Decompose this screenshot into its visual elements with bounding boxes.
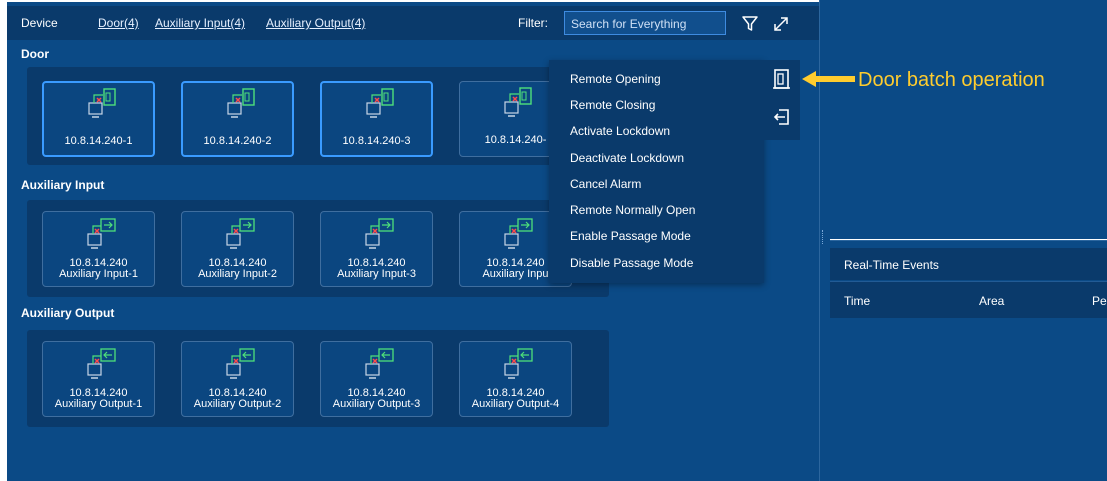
door-device-icon	[227, 88, 255, 118]
menu-item-activate-lockdown[interactable]: Activate Lockdown	[570, 124, 670, 138]
tile-sublabel: Auxiliary Output-4	[471, 398, 560, 410]
app-window: Device Door(4) Auxiliary Input(4) Auxili…	[0, 0, 1107, 481]
tile-sublabel: Auxiliary Input-2	[198, 268, 277, 280]
annotation-arrow-icon	[802, 71, 855, 87]
auxiliary-output-icon	[365, 348, 394, 379]
auxiliary-output-tile[interactable]: 10.8.14.240 Auxiliary Output-4	[459, 341, 572, 417]
auxiliary-input-icon	[365, 218, 394, 249]
tab-auxiliary-output[interactable]: Auxiliary Output(4)	[266, 16, 365, 30]
auxiliary-output-icon	[226, 348, 255, 379]
door-device-icon	[366, 88, 394, 118]
door-device-icon	[88, 88, 116, 118]
auxiliary-input-icon	[226, 218, 255, 249]
menu-item-remote-normally-open[interactable]: Remote Normally Open	[570, 203, 695, 217]
column-header-time[interactable]: Time	[844, 294, 870, 308]
door-tile[interactable]: 10.8.14.240-1	[42, 81, 155, 157]
tile-sublabel: Auxiliary Output-3	[332, 398, 421, 410]
door-tile[interactable]: 10.8.14.240-3	[320, 81, 433, 157]
tile-label: 10.8.14.240-3	[342, 135, 411, 147]
door-tile[interactable]: 10.8.14.240-2	[181, 81, 294, 157]
tile-sublabel: Auxiliary Output-2	[193, 398, 282, 410]
tile-sublabel: Auxiliary Output-1	[54, 398, 143, 410]
filter-icon[interactable]	[738, 10, 762, 36]
section-title-auxiliary-input: Auxiliary Input	[21, 178, 105, 192]
auxiliary-input-icon	[87, 218, 116, 249]
tile-label: 10.8.14.240-2	[203, 135, 272, 147]
door-batch-menu: Remote Opening Remote Closing Activate L…	[549, 60, 764, 283]
door-device-icon	[504, 87, 532, 117]
toolbar: Device Door(4) Auxiliary Input(4) Auxili…	[7, 6, 819, 40]
door-batch-icon[interactable]	[770, 66, 794, 92]
column-header-person[interactable]: Per	[1092, 294, 1107, 308]
auxiliary-input-tile[interactable]: 10.8.14.240 Auxiliary Input-3	[320, 211, 433, 287]
column-header-area[interactable]: Area	[979, 294, 1004, 308]
annotation-label: Door batch operation	[858, 69, 1045, 91]
auxiliary-output-tile[interactable]: 10.8.14.240 Auxiliary Output-1	[42, 341, 155, 417]
section-title-door: Door	[21, 47, 49, 61]
tab-auxiliary-input[interactable]: Auxiliary Input(4)	[155, 16, 245, 30]
tile-sublabel: Auxiliary Input-1	[59, 268, 138, 280]
auxiliary-output-group: 10.8.14.240 Auxiliary Output-1 10.8.14.2…	[27, 330, 609, 427]
door-exit-icon[interactable]	[770, 104, 794, 130]
auxiliary-input-icon	[504, 218, 533, 249]
events-table-header: Time Area Per	[830, 281, 1107, 318]
menu-item-deactivate-lockdown[interactable]: Deactivate Lockdown	[570, 151, 684, 165]
auxiliary-output-icon	[87, 348, 116, 379]
tab-door[interactable]: Door(4)	[98, 16, 139, 30]
menu-item-disable-passage-mode[interactable]: Disable Passage Mode	[570, 256, 693, 270]
door-group: 10.8.14.240-1 10.8.14.240-2 10.8.14.240-…	[27, 67, 609, 165]
real-time-events-title: Real-Time Events	[844, 258, 939, 272]
menu-item-remote-opening[interactable]: Remote Opening	[570, 72, 661, 86]
divider-grip[interactable]	[822, 230, 825, 244]
filter-label: Filter:	[518, 16, 548, 30]
section-title-auxiliary-output: Auxiliary Output	[21, 306, 115, 320]
real-time-events-header: Real-Time Events	[830, 248, 1107, 280]
auxiliary-output-tile[interactable]: 10.8.14.240 Auxiliary Output-3	[320, 341, 433, 417]
tile-label: 10.8.14.240-1	[64, 135, 133, 147]
auxiliary-input-group: 10.8.14.240 Auxiliary Input-1 10.8.14.24…	[27, 200, 609, 297]
collapse-icon[interactable]	[769, 10, 793, 36]
device-label: Device	[21, 16, 58, 30]
tile-sublabel: Auxiliary Input-3	[337, 268, 416, 280]
auxiliary-output-tile[interactable]: 10.8.14.240 Auxiliary Output-2	[181, 341, 294, 417]
menu-item-enable-passage-mode[interactable]: Enable Passage Mode	[570, 229, 691, 243]
menu-item-cancel-alarm[interactable]: Cancel Alarm	[570, 177, 641, 191]
auxiliary-output-icon	[504, 348, 533, 379]
search-input[interactable]: Search for Everything	[564, 11, 726, 35]
auxiliary-input-tile[interactable]: 10.8.14.240 Auxiliary Input-2	[181, 211, 294, 287]
preview-panel	[830, 0, 1107, 239]
auxiliary-input-tile[interactable]: 10.8.14.240 Auxiliary Input-1	[42, 211, 155, 287]
menu-item-remote-closing[interactable]: Remote Closing	[570, 98, 655, 112]
door-batch-panel	[764, 60, 800, 140]
